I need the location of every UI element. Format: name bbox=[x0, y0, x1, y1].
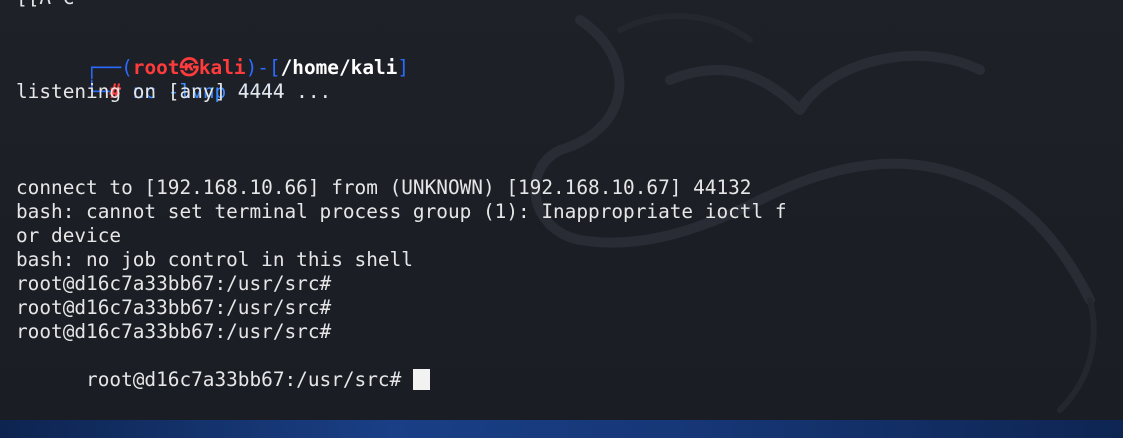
prompt-path-close: ] bbox=[397, 56, 410, 79]
shell-prompt-line: root@d16c7a33bb67:/usr/src# bbox=[16, 320, 332, 343]
terminal-line: listening on [any] 4444 ... bbox=[16, 80, 332, 103]
shell-prompt-line-active: root@d16c7a33bb67:/usr/src# bbox=[16, 344, 430, 391]
desktop: [[A^C ┌──(root㉿kali)-[/home/kali] └─# nc… bbox=[0, 0, 1123, 438]
prompt-command-line: └─# nc -lvnp 4444 bbox=[16, 56, 285, 103]
prompt-path: /home/kali bbox=[280, 56, 398, 79]
terminal-line: bash: cannot set terminal process group … bbox=[16, 200, 787, 223]
prompt-header: ┌──(root㉿kali)-[/home/kali] bbox=[16, 32, 409, 79]
terminal-line: bash: no job control in this shell bbox=[16, 248, 413, 271]
taskbar bbox=[0, 420, 1123, 438]
shell-prompt-line: root@d16c7a33bb67:/usr/src# bbox=[16, 272, 332, 295]
terminal-line: or device bbox=[16, 224, 122, 247]
terminal-line-partial: [[A^C bbox=[16, 0, 74, 10]
terminal-output[interactable]: [[A^C ┌──(root㉿kali)-[/home/kali] └─# nc… bbox=[0, 0, 1123, 420]
shell-prompt-line: root@d16c7a33bb67:/usr/src# bbox=[16, 296, 332, 319]
shell-prompt-text: root@d16c7a33bb67:/usr/src# bbox=[86, 368, 402, 391]
terminal-line: connect to [192.168.10.66] from (UNKNOWN… bbox=[16, 176, 752, 199]
text-cursor-icon bbox=[412, 369, 430, 390]
